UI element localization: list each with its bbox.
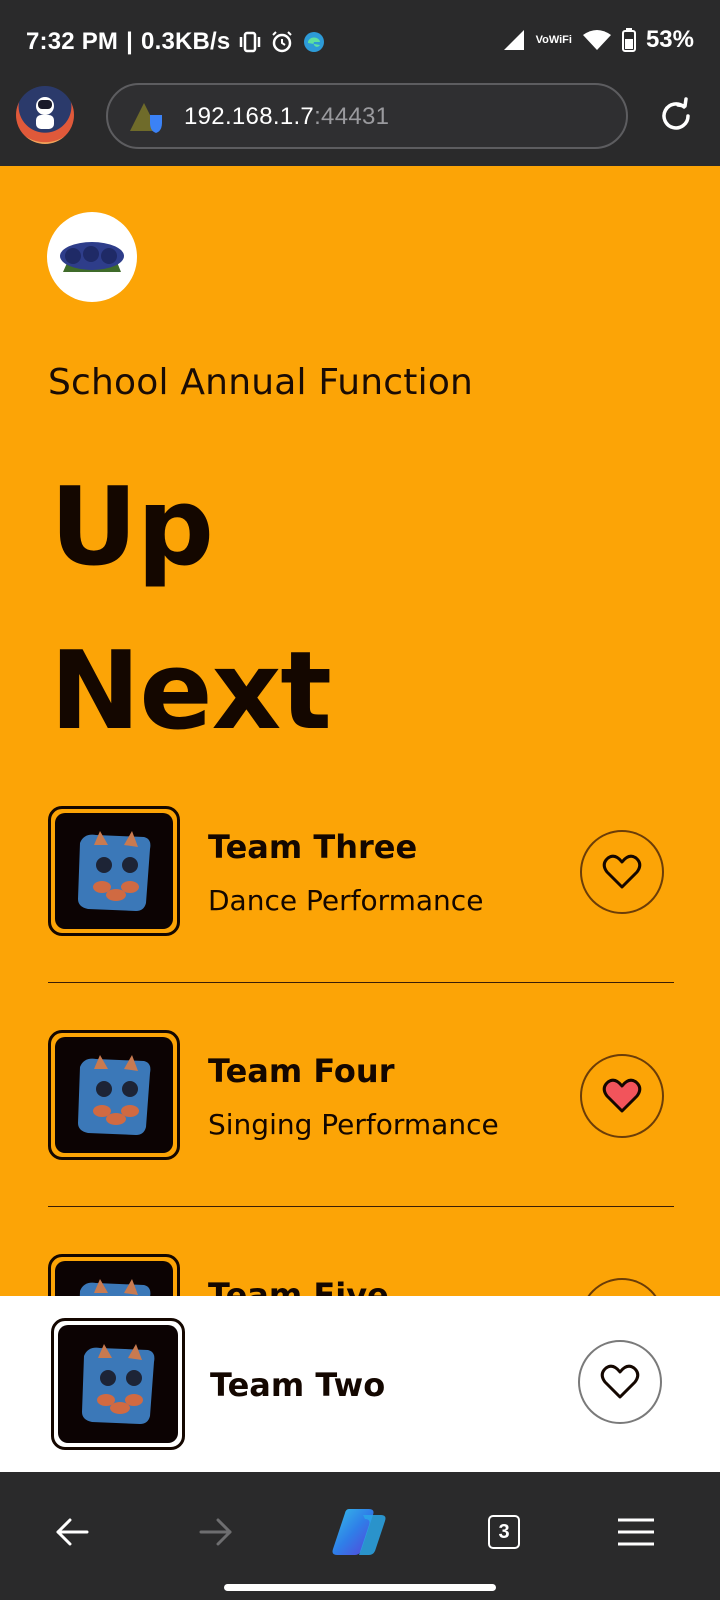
team-mascot-icon [79,1279,151,1296]
now-playing-like-button[interactable] [578,1340,662,1424]
like-button[interactable] [580,830,664,914]
heart-outline-icon [602,854,642,889]
url-port: :44431 [314,103,390,130]
reload-icon [662,97,690,130]
vowifi-top: Vo [535,33,549,46]
item-subtitle: Dance Performance [208,884,484,917]
vowifi-indicator: Vo WiFi [535,33,572,46]
tab-count: 3 [488,1515,520,1549]
like-button[interactable] [580,1278,664,1296]
event-subtitle: School Annual Function [48,362,474,403]
like-button[interactable] [580,1054,664,1138]
page-content: School Annual Function Up Next Team Thre… [0,166,720,1296]
divider [48,982,674,983]
team-thumbnail [48,1030,180,1160]
site-security-icon[interactable] [128,101,166,133]
battery-level: 53% [645,26,694,53]
status-bar: 7:32 PM | 0.3KB/s Vo WiFi 53% [0,0,720,82]
heart-outline-icon [600,1364,640,1399]
forward-button[interactable] [186,1502,246,1562]
reload-button[interactable] [656,96,696,136]
heart-filled-icon [602,1078,642,1113]
status-right: Vo WiFi 53% [502,26,694,54]
vibrate-icon [238,31,262,53]
arrow-left-icon [56,1518,89,1546]
signal-icon [502,29,526,51]
team-thumbnail [48,806,180,936]
status-time: 7:32 PM [26,28,119,55]
item-title: Team Five [208,1276,389,1296]
team-mascot-icon [82,1344,155,1424]
network-speed: 0.3KB/s [141,28,231,55]
copilot-button[interactable] [328,1502,388,1562]
list-item[interactable]: Team Three Dance Performance [48,806,674,936]
vowifi-bottom: WiFi [548,33,572,46]
wifi-icon [582,29,612,51]
now-playing-bar[interactable]: Team Two [0,1296,720,1472]
page-title: Up Next [50,446,650,774]
back-button[interactable] [42,1502,102,1562]
arrow-right-icon [199,1518,232,1546]
item-title: Team Three [208,828,418,866]
edge-notification-icon [302,30,326,54]
alarm-icon [270,30,294,54]
address-bar[interactable]: 192.168.1.7:44431 [106,83,628,149]
url-text[interactable]: 192.168.1.7:44431 [184,103,389,131]
hamburger-menu-icon [618,1518,654,1546]
status-separator: | [126,28,134,55]
menu-button[interactable] [606,1502,666,1562]
team-thumbnail [48,1254,180,1296]
browser-toolbar: 192.168.1.7:44431 [0,82,720,166]
item-title: Team Four [208,1052,395,1090]
team-mascot-icon [78,831,151,911]
url-host: 192.168.1.7 [184,103,315,130]
page-title-line-1: Up [50,465,214,590]
team-mascot-icon [78,1055,151,1135]
profile-avatar[interactable] [16,86,74,144]
tabs-button[interactable]: 3 [474,1502,534,1562]
copilot-icon [332,1509,386,1555]
browser-bottom-nav: 3 [0,1472,720,1600]
battery-icon [621,28,636,52]
divider [48,1206,674,1207]
item-subtitle: Singing Performance [208,1108,499,1141]
list-item[interactable]: Team Five [48,1254,674,1296]
page-title-line-2: Next [50,629,332,754]
home-indicator[interactable] [224,1584,496,1591]
site-logo[interactable] [47,212,137,302]
now-playing-title: Team Two [210,1366,386,1404]
now-playing-thumbnail [51,1318,185,1450]
list-item[interactable]: Team Four Singing Performance [48,1030,674,1160]
status-left: 7:32 PM | 0.3KB/s [26,28,326,56]
